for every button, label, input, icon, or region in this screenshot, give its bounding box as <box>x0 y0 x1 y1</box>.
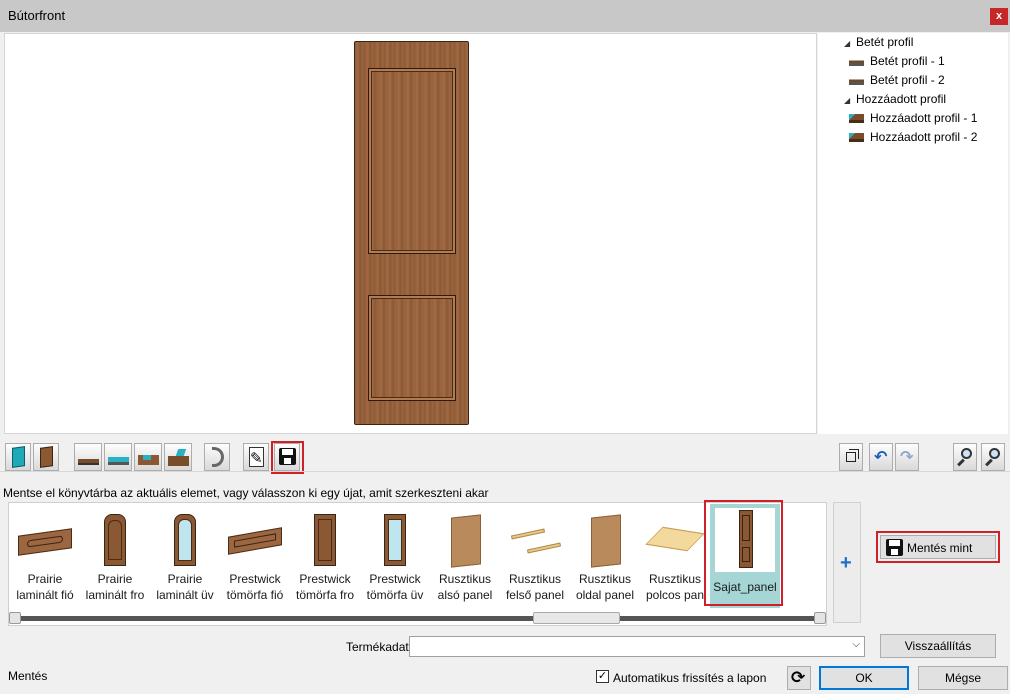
library-item[interactable]: Prestwick tömörfa fió <box>220 504 290 608</box>
shelf-panel-thumbnail <box>505 508 565 572</box>
library-item[interactable]: Prestwick tömörfa üv <box>360 504 430 608</box>
cube-view-icon[interactable] <box>839 443 863 471</box>
scrollbar-track <box>13 616 821 621</box>
refresh-icon: ⟳ <box>791 668 806 687</box>
tree-item-added-profile-1[interactable]: Hozzáadott profil - 1 <box>849 109 977 127</box>
profile-icon <box>849 57 864 67</box>
tree-group-insert-profile[interactable]: ◢ Betét profil <box>844 33 913 51</box>
tree-item-insert-profile-1[interactable]: Betét profil - 1 <box>849 52 945 70</box>
library-item-label: Rusztikus oldal panel <box>575 572 635 602</box>
library-list[interactable]: Prairie laminált fió Prairie laminált fro … <box>8 500 827 626</box>
profile-tree: ◢ Betét profil Betét profil - 1 Betét pro… <box>818 33 1008 434</box>
status-text: Mentés <box>8 669 48 683</box>
auto-refresh-label: Automatikus frissítés a lapon <box>613 671 767 685</box>
profile-flat-icon[interactable] <box>74 443 102 471</box>
door-bottom-panel <box>368 295 456 401</box>
library-item-label: Prestwick tömörfa üv <box>366 572 424 602</box>
library-item-label: Prairie laminált üv <box>156 572 214 602</box>
auto-refresh-checkbox[interactable]: ✓ <box>596 670 609 683</box>
added-profile-icon <box>849 114 864 124</box>
window-title: Bútorfront <box>8 8 66 23</box>
profile-added-icon[interactable] <box>164 443 192 471</box>
drawer-front-thumbnail <box>15 508 75 572</box>
collapse-icon[interactable]: ◢ <box>844 92 856 110</box>
ok-button[interactable]: OK <box>819 666 909 690</box>
library-item-label: Prestwick tömörfa fió <box>226 572 284 602</box>
rotate-icon[interactable] <box>204 443 230 471</box>
save-icon-highlight <box>271 441 304 474</box>
scroll-left-icon[interactable] <box>9 612 21 624</box>
scroll-right-icon[interactable] <box>814 612 826 624</box>
drawer-front-thumbnail <box>225 508 285 572</box>
profile-groove-icon[interactable] <box>134 443 162 471</box>
edit-icon[interactable]: ✎ <box>243 443 269 471</box>
close-button[interactable]: x <box>990 8 1008 25</box>
library-item[interactable]: Prairie laminált üv <box>150 504 220 608</box>
front-panel-icon[interactable] <box>5 443 31 471</box>
toolbar: ✎ ↶ ↷ <box>0 438 1010 474</box>
tree-item-added-profile-2[interactable]: Hozzáadott profil - 2 <box>849 128 977 146</box>
shelf-panel-thumbnail <box>645 508 705 572</box>
panel-thumbnail <box>575 508 635 572</box>
library-item[interactable]: Rusztikus alsó panel <box>430 504 500 608</box>
library-item-label: Prairie laminált fro <box>85 572 145 602</box>
library-scrollbar[interactable] <box>9 612 826 625</box>
zoom-out-icon[interactable] <box>981 443 1005 471</box>
added-profile-icon <box>849 133 864 143</box>
front-panel-wood-icon[interactable] <box>33 443 59 471</box>
selected-item-highlight <box>704 500 783 606</box>
add-to-library-button[interactable]: + <box>833 502 861 623</box>
glass-door-thumbnail <box>155 508 215 572</box>
library-item[interactable]: Prairie laminált fro <box>80 504 150 608</box>
chevron-down-icon: ⌵ <box>852 639 860 650</box>
plus-icon: + <box>840 552 852 574</box>
library-item-label: Prairie laminált fió <box>16 572 74 602</box>
redo-icon[interactable]: ↷ <box>895 443 919 471</box>
profile-glass-icon[interactable] <box>104 443 132 471</box>
tree-group-added-profile[interactable]: ◢ Hozzáadott profil <box>844 90 946 108</box>
profile-icon <box>849 76 864 86</box>
library-item[interactable]: Rusztikus oldal panel <box>570 504 640 608</box>
door-front-thumbnail <box>85 508 145 572</box>
reset-button[interactable]: Visszaállítás <box>880 634 996 658</box>
scrollbar-thumb[interactable] <box>533 612 620 624</box>
tree-item-insert-profile-2[interactable]: Betét profil - 2 <box>849 71 945 89</box>
collapse-icon[interactable]: ◢ <box>844 35 856 53</box>
door-top-panel <box>368 68 456 254</box>
refresh-button[interactable]: ⟳ <box>787 666 811 690</box>
glass-door-thumbnail <box>365 508 425 572</box>
toolbar-divider <box>0 471 1010 472</box>
library-item-label: Prestwick tömörfa fro <box>295 572 355 602</box>
cancel-button[interactable]: Mégse <box>918 666 1008 690</box>
library-item-label: Rusztikus polcos pan <box>645 572 705 602</box>
title-bar: Bútorfront x <box>0 0 1010 32</box>
library-item[interactable]: Rusztikus felső panel <box>500 504 570 608</box>
library-item-label: Rusztikus alsó panel <box>437 572 493 602</box>
front-preview[interactable] <box>4 33 817 434</box>
zoom-in-icon[interactable] <box>953 443 977 471</box>
door-preview <box>354 41 469 425</box>
library-item[interactable]: Rusztikus polcos pan <box>640 504 710 608</box>
library-item[interactable]: Prairie laminált fió <box>10 504 80 608</box>
product-data-select[interactable]: ⌵ <box>409 636 865 657</box>
product-data-label: Termékadat <box>346 640 409 654</box>
save-as-button[interactable]: Mentés mint <box>880 535 996 559</box>
undo-icon[interactable]: ↶ <box>869 443 893 471</box>
library-item-label: Rusztikus felső panel <box>505 572 565 602</box>
library-item[interactable]: Prestwick tömörfa fro <box>290 504 360 608</box>
door-front-thumbnail <box>295 508 355 572</box>
panel-thumbnail <box>435 508 495 572</box>
library-hint: Mentse el könyvtárba az aktuális elemet,… <box>3 486 489 500</box>
